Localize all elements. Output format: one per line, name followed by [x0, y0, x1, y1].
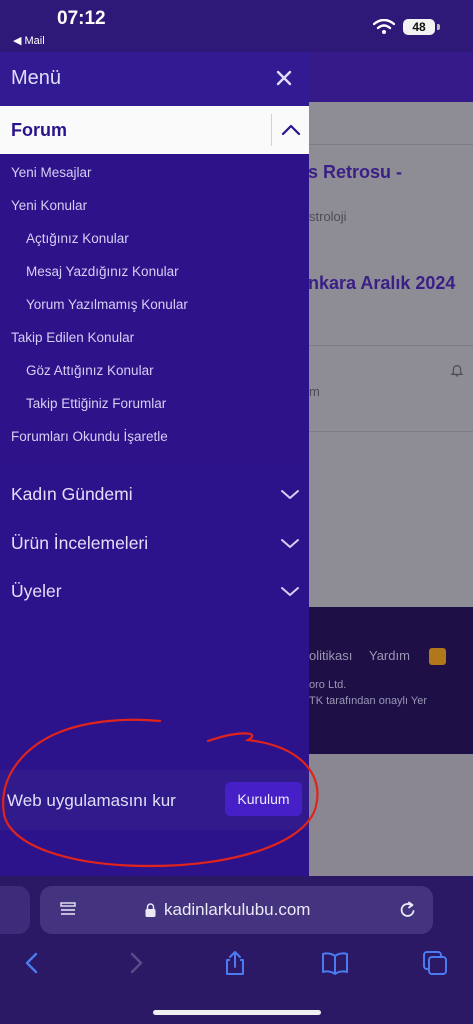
bell-icon[interactable] — [449, 362, 465, 378]
battery-icon: 48 — [403, 19, 435, 35]
status-bar: 07:12 ◀ Mail 48 — [0, 0, 473, 52]
browser-toolbar: kadinlarkulubu.com — [0, 876, 473, 1024]
chevron-down-icon[interactable] — [279, 484, 301, 504]
side-menu: Menü Forum Yeni Mesajlar Yeni Konular Aç… — [0, 52, 309, 876]
menu-item-your-threads[interactable]: Açtığınız Konular — [26, 231, 129, 246]
menu-item-watched-threads[interactable]: Takip Edilen Konular — [11, 330, 134, 345]
forward-icon[interactable] — [122, 949, 150, 977]
menu-section-product-reviews[interactable]: Ürün İncelemeleri — [0, 519, 309, 567]
thread-title[interactable]: s Retrosu - — [308, 162, 402, 183]
reader-mode-icon[interactable] — [58, 900, 78, 920]
forum-label[interactable]: Forum — [11, 120, 67, 141]
menu-item-watched-forums[interactable]: Takip Ettiğiniz Forumlar — [26, 396, 166, 411]
menu-header: Menü — [0, 52, 309, 106]
chevron-down-icon[interactable] — [279, 533, 301, 553]
footer-license: TK tarafından onaylı Yer — [309, 695, 428, 707]
share-icon[interactable] — [221, 949, 249, 977]
wifi-icon — [373, 19, 395, 34]
clock: 07:12 — [57, 8, 106, 29]
section-label[interactable]: Ürün İncelemeleri — [11, 533, 148, 554]
menu-item-new-posts[interactable]: Yeni Mesajlar — [11, 165, 92, 180]
menu-section-members[interactable]: Üyeler — [0, 567, 309, 615]
menu-item-browsed-threads[interactable]: Göz Attığınız Konular — [26, 363, 154, 378]
reload-icon[interactable] — [398, 900, 418, 920]
menu-item-mark-read[interactable]: Forumları Okundu İşaretle — [11, 429, 168, 444]
bookmarks-icon[interactable] — [321, 949, 349, 977]
home-indicator — [153, 1010, 321, 1015]
section-label[interactable]: Üyeler — [11, 581, 62, 602]
url-text[interactable]: kadinlarkulubu.com — [164, 900, 310, 920]
menu-section-womens-agenda[interactable]: Kadın Gündemi — [0, 470, 309, 518]
divider — [271, 114, 272, 146]
menu-item-new-threads[interactable]: Yeni Konular — [11, 198, 87, 213]
install-button[interactable]: Kurulum — [225, 782, 302, 816]
previous-tab-preview[interactable] — [0, 886, 30, 934]
thread-meta: m — [309, 384, 320, 399]
close-icon[interactable] — [272, 66, 296, 90]
forum-submenu: Yeni Mesajlar Yeni Konular Açtığınız Kon… — [0, 154, 309, 462]
thread-forum: stroloji — [309, 209, 347, 224]
lock-icon — [145, 903, 156, 917]
menu-title: Menü — [11, 67, 62, 89]
install-web-app-bar: Web uygulamasını kur Kurulum — [0, 770, 309, 830]
menu-section-forum[interactable]: Forum — [0, 106, 309, 154]
address-bar[interactable]: kadinlarkulubu.com — [40, 886, 433, 934]
rss-icon[interactable] — [429, 648, 446, 665]
chevron-up-icon[interactable] — [279, 120, 303, 140]
thread-title[interactable]: nkara Aralık 2024 — [308, 273, 455, 294]
footer-company: oro Ltd. — [309, 679, 347, 691]
install-label: Web uygulamasını kur — [7, 791, 176, 810]
back-to-app-link[interactable]: ◀ Mail — [13, 34, 45, 47]
battery-tip — [437, 24, 440, 30]
back-icon[interactable] — [18, 949, 46, 977]
menu-item-threads-posted[interactable]: Mesaj Yazdığınız Konular — [26, 264, 179, 279]
menu-item-unanswered[interactable]: Yorum Yazılmamış Konular — [26, 297, 188, 312]
chevron-down-icon[interactable] — [279, 581, 301, 601]
footer-link-help[interactable]: Yardım — [369, 648, 410, 663]
tabs-icon[interactable] — [421, 949, 449, 977]
section-label[interactable]: Kadın Gündemi — [11, 484, 133, 505]
footer-link-privacy[interactable]: olitikası — [309, 648, 352, 663]
